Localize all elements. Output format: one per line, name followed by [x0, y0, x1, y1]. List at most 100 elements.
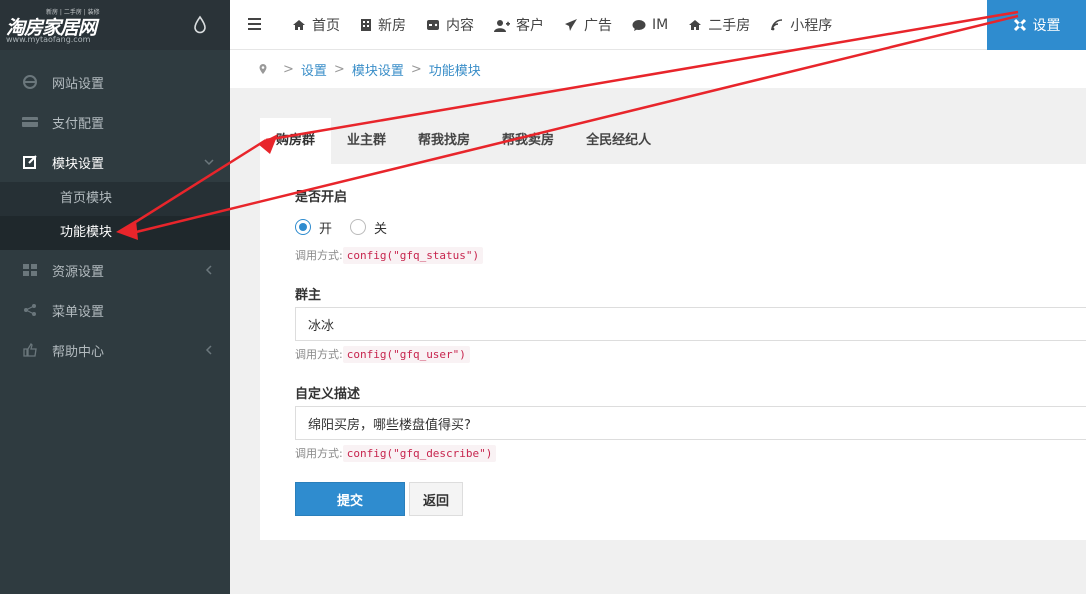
- breadcrumb-link-settings[interactable]: 设置: [301, 60, 327, 79]
- home-icon: [292, 19, 306, 31]
- sidebar-subitem-function-module[interactable]: 功能模块: [0, 216, 230, 250]
- nav-content[interactable]: 内容: [416, 0, 484, 50]
- status-radio-on[interactable]: 开: [295, 218, 332, 237]
- hint-prefix: 调用方式:: [295, 249, 343, 262]
- top-navbar: 首页 新房 内容 客户 广告 IM 二手房 小程序 设置: [230, 0, 1086, 50]
- chevron-left-icon: [204, 343, 214, 357]
- radio-circle[interactable]: [295, 219, 311, 235]
- sidebar-subitem-home-module[interactable]: 首页模块: [0, 182, 230, 216]
- site-logo[interactable]: 新房 | 二手房 | 装修 淘房家居网 www.mytaofang.com: [6, 7, 106, 44]
- tab-help-find-house[interactable]: 帮我找房: [402, 118, 486, 164]
- joomla-icon: [1013, 18, 1027, 32]
- tab-home-buyer-group[interactable]: 购房群: [260, 118, 332, 164]
- form-actions: 提交 返回: [295, 482, 1086, 516]
- breadcrumb: > 设置 > 模块设置 > 功能模块: [230, 50, 1086, 88]
- sidebar-item-label: 帮助中心: [52, 344, 105, 360]
- nav-im[interactable]: IM: [622, 0, 678, 50]
- breadcrumb-separator: >: [410, 61, 422, 77]
- owner-hint: 调用方式: config("gfq_user"): [295, 345, 1086, 363]
- sidebar-item-label: 网站设置: [52, 76, 105, 92]
- describe-label: 自定义描述: [295, 387, 361, 402]
- tab-broker[interactable]: 全民经纪人: [570, 118, 667, 164]
- sidebar-item-label: 模块设置: [52, 156, 105, 172]
- nav-label: 内容: [446, 18, 474, 34]
- paper-plane-icon: [564, 18, 578, 32]
- nav-label: 小程序: [790, 18, 833, 34]
- nav-label: 首页: [312, 18, 340, 34]
- home-icon: [688, 19, 702, 31]
- breadcrumb-link-function-module[interactable]: 功能模块: [429, 60, 481, 79]
- brand-header: 新房 | 二手房 | 装修 淘房家居网 www.mytaofang.com: [0, 0, 230, 50]
- building-icon: [360, 18, 372, 32]
- hint-code: config("gfq_user"): [342, 345, 470, 363]
- user-plus-icon: [494, 19, 510, 32]
- nav-label: IM: [652, 17, 669, 33]
- nav-customer[interactable]: 客户: [484, 0, 554, 50]
- nav-mini-program[interactable]: 小程序: [760, 0, 842, 50]
- back-button[interactable]: 返回: [409, 482, 463, 516]
- nav-ads[interactable]: 广告: [554, 0, 622, 50]
- thumb-icon: [20, 342, 40, 358]
- sidebar: 新房 | 二手房 | 装修 淘房家居网 www.mytaofang.com 网站…: [0, 0, 230, 594]
- nav-label: 设置: [1032, 18, 1061, 34]
- card-icon: [20, 114, 40, 130]
- sidebar-item-help-center[interactable]: 帮助中心: [0, 330, 230, 370]
- gamepad-icon: [426, 19, 440, 31]
- tab-bar: 购房群 业主群 帮我找房 帮我卖房 全民经纪人: [260, 118, 1086, 164]
- hamburger-menu-icon[interactable]: [248, 17, 262, 31]
- hint-code: config("gfq_status"): [342, 246, 484, 264]
- sidebar-menu: 网站设置 支付配置 模块设置 首页模块 功能模块 资源设置 菜单设置 帮助中心: [0, 62, 230, 370]
- status-hint: 调用方式: config("gfq_status"): [295, 246, 1086, 264]
- nav-home[interactable]: 首页: [282, 0, 350, 50]
- chevron-left-icon: [204, 263, 214, 277]
- tab-owner-group[interactable]: 业主群: [331, 118, 402, 164]
- sidebar-item-module-settings[interactable]: 模块设置: [0, 142, 230, 182]
- ie-icon: [20, 74, 40, 90]
- nav-new-house[interactable]: 新房: [350, 0, 416, 50]
- sidebar-item-resource-settings[interactable]: 资源设置: [0, 250, 230, 290]
- settings-form: 是否开启 开 关 调用方式: config("gfq_status") 群主 调…: [260, 164, 1086, 516]
- sidebar-item-label: 菜单设置: [52, 304, 105, 320]
- owner-label: 群主: [295, 288, 322, 303]
- breadcrumb-separator: >: [283, 61, 294, 77]
- describe-hint: 调用方式: config("gfq_describe"): [295, 444, 1086, 462]
- sidebar-submenu-module: 首页模块 功能模块: [0, 182, 230, 250]
- comment-icon: [632, 19, 646, 32]
- water-drop-icon[interactable]: [191, 15, 209, 35]
- sidebar-item-menu-settings[interactable]: 菜单设置: [0, 290, 230, 330]
- logo-url: www.mytaofang.com: [6, 35, 91, 44]
- hint-prefix: 调用方式:: [295, 348, 343, 361]
- status-radio-group: 开 关: [295, 218, 1086, 237]
- nav-label: 客户: [516, 18, 544, 34]
- radio-circle[interactable]: [350, 219, 367, 235]
- radio-label: 开: [319, 221, 333, 237]
- top-nav: 首页 新房 内容 客户 广告 IM 二手房 小程序: [282, 0, 842, 50]
- sidebar-item-payment-config[interactable]: 支付配置: [0, 102, 230, 142]
- breadcrumb-link-module-settings[interactable]: 模块设置: [352, 60, 404, 79]
- hint-prefix: 调用方式:: [295, 447, 343, 460]
- hint-code: config("gfq_describe"): [342, 444, 497, 462]
- nav-label: 二手房: [708, 18, 751, 34]
- submit-button[interactable]: 提交: [295, 482, 405, 516]
- share-icon: [20, 302, 40, 318]
- edit-icon: [20, 154, 40, 170]
- tab-help-sell-house[interactable]: 帮我卖房: [486, 118, 570, 164]
- chevron-down-icon: [204, 155, 214, 169]
- grid-icon: [20, 262, 40, 278]
- nav-label: 新房: [378, 18, 406, 34]
- status-radio-off[interactable]: 关: [350, 218, 387, 237]
- radio-label: 关: [374, 221, 388, 237]
- nav-second-hand[interactable]: 二手房: [678, 0, 760, 50]
- sidebar-item-label: 资源设置: [52, 264, 105, 280]
- nav-settings[interactable]: 设置: [987, 0, 1086, 50]
- sidebar-item-website-settings[interactable]: 网站设置: [0, 62, 230, 102]
- describe-input[interactable]: [295, 406, 1086, 440]
- nav-label: 广告: [584, 18, 612, 34]
- owner-input[interactable]: [295, 307, 1086, 341]
- sidebar-item-label: 支付配置: [52, 116, 105, 132]
- content-panel: 购房群 业主群 帮我找房 帮我卖房 全民经纪人 是否开启 开 关 调用方式: c…: [260, 118, 1086, 540]
- status-label: 是否开启: [295, 190, 348, 205]
- wifi-icon: [770, 18, 784, 32]
- map-pin-icon: [258, 63, 268, 75]
- breadcrumb-separator: >: [333, 61, 345, 77]
